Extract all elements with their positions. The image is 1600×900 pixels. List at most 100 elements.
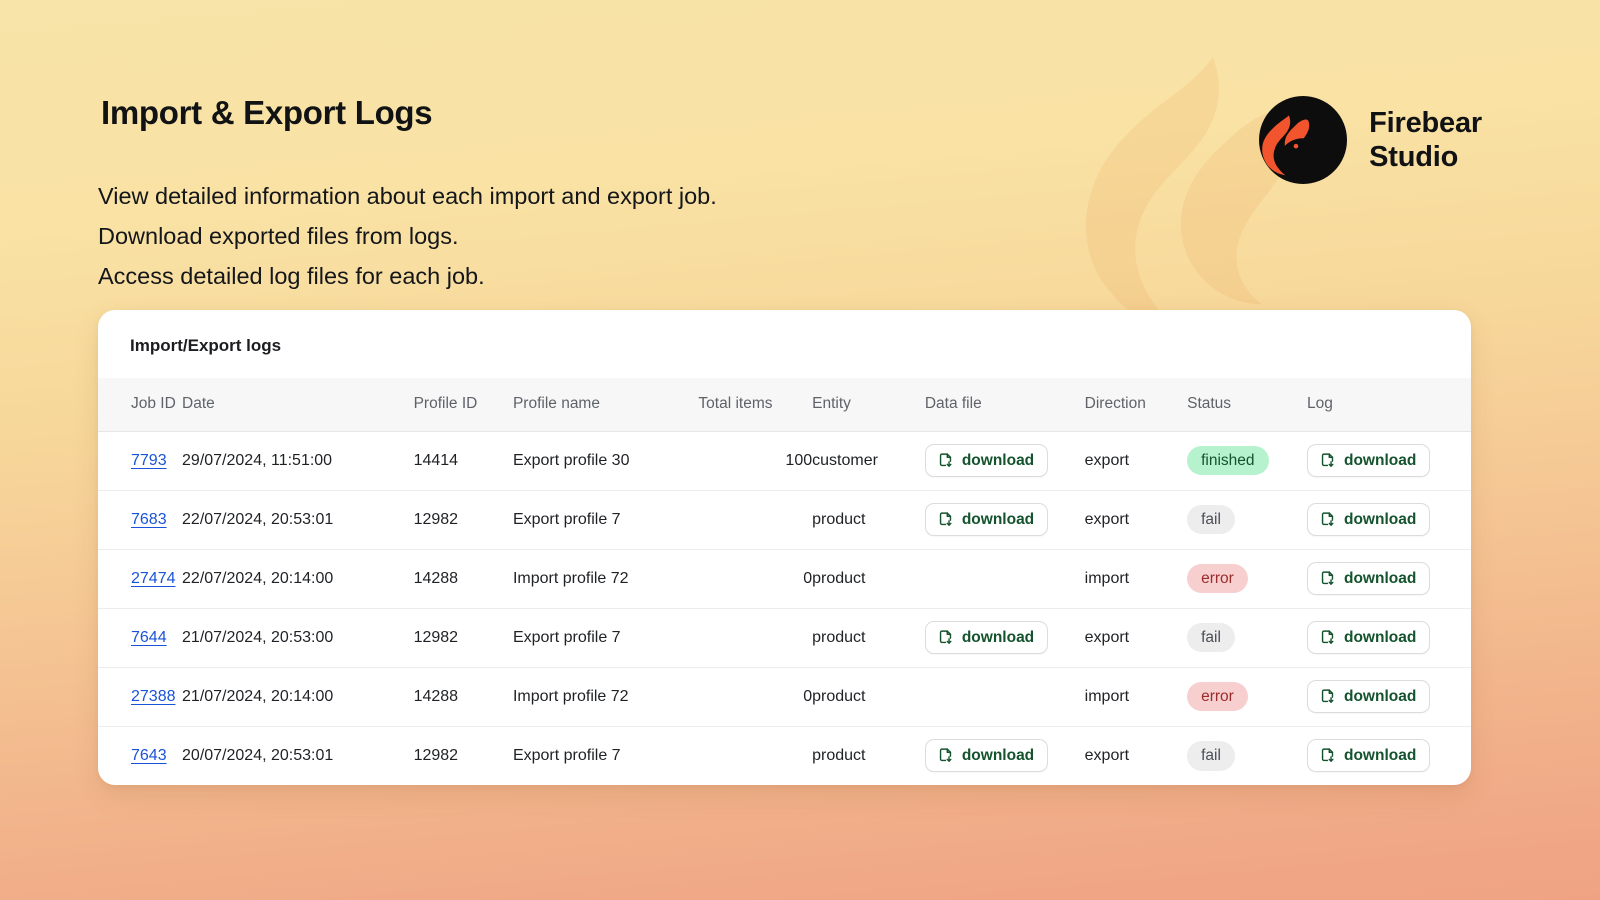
cell-profile-name: Export profile 7 bbox=[512, 607, 699, 667]
job-id-link[interactable]: 7683 bbox=[131, 511, 167, 528]
cell-entity: product bbox=[812, 725, 925, 785]
cell-date: 21/07/2024, 20:14:00 bbox=[182, 666, 414, 726]
log-download-button[interactable]: download bbox=[1306, 680, 1431, 713]
page-description: View detailed information about each imp… bbox=[98, 176, 717, 296]
cell-log: download bbox=[1306, 489, 1471, 549]
download-label: download bbox=[961, 628, 1035, 646]
cell-log: download bbox=[1306, 548, 1471, 608]
cell-total-items: 0 bbox=[698, 666, 813, 726]
column-header-data-file: Data file bbox=[924, 378, 1085, 431]
job-id-link[interactable]: 27388 bbox=[131, 688, 176, 705]
column-header-date: Date bbox=[182, 378, 414, 431]
cell-job-id: 7793 bbox=[98, 430, 183, 490]
cell-profile-name: Export profile 7 bbox=[512, 489, 699, 549]
file-download-icon bbox=[1321, 571, 1334, 585]
cell-date: 22/07/2024, 20:53:01 bbox=[182, 489, 414, 549]
brand-name-line-1: Firebear bbox=[1369, 107, 1482, 139]
logs-table-body: 7793 29/07/2024, 11:51:00 14414 Export prof… bbox=[98, 430, 1471, 785]
table-row: 7793 29/07/2024, 11:51:00 14414 Export prof… bbox=[98, 430, 1471, 490]
file-download-icon bbox=[1321, 689, 1334, 703]
cell-direction: import bbox=[1084, 666, 1188, 726]
status-badge: error bbox=[1187, 563, 1248, 594]
cell-data-file: download bbox=[924, 607, 1085, 667]
cell-direction: export bbox=[1084, 430, 1188, 490]
table-row: 7644 21/07/2024, 20:53:00 12982 Export prof… bbox=[98, 607, 1471, 667]
logs-card: Import/Export logs Job ID Date Profile I… bbox=[98, 310, 1471, 785]
status-badge: fail bbox=[1187, 740, 1235, 771]
column-header-total-items: Total items bbox=[698, 378, 813, 431]
description-line-1: View detailed information about each imp… bbox=[98, 183, 717, 209]
cell-entity: product bbox=[812, 548, 925, 608]
cell-status: finished bbox=[1187, 430, 1307, 490]
job-id-link[interactable]: 7643 bbox=[131, 747, 167, 764]
cell-profile-name: Import profile 72 bbox=[512, 666, 699, 726]
file-download-icon bbox=[1321, 453, 1334, 467]
data-file-download-button[interactable]: download bbox=[924, 444, 1049, 477]
cell-profile-id: 14288 bbox=[413, 548, 513, 608]
file-download-icon bbox=[1321, 748, 1334, 763]
cell-profile-id: 14288 bbox=[413, 666, 513, 726]
file-download-icon bbox=[1321, 512, 1334, 526]
cell-entity: product bbox=[812, 607, 925, 667]
cell-direction: export bbox=[1084, 725, 1188, 785]
cell-total-items bbox=[698, 725, 813, 785]
column-header-profile-name: Profile name bbox=[512, 378, 699, 431]
cell-job-id: 27474 bbox=[98, 548, 183, 608]
status-badge: error bbox=[1187, 681, 1248, 712]
status-badge: fail bbox=[1187, 504, 1235, 535]
download-label: download bbox=[961, 747, 1035, 764]
file-download-icon bbox=[939, 512, 952, 526]
download-label: download bbox=[1343, 569, 1417, 587]
log-download-button[interactable]: download bbox=[1306, 739, 1431, 773]
logs-table: Job ID Date Profile ID Profile name Tota… bbox=[98, 378, 1471, 785]
table-header-row: Job ID Date Profile ID Profile name Tota… bbox=[98, 378, 1471, 431]
cell-direction: export bbox=[1084, 489, 1188, 549]
cell-status: fail bbox=[1187, 725, 1307, 785]
cell-job-id: 7683 bbox=[98, 489, 183, 549]
cell-direction: export bbox=[1084, 607, 1188, 667]
download-label: download bbox=[1343, 747, 1417, 764]
cell-entity: product bbox=[812, 489, 925, 549]
cell-profile-id: 14414 bbox=[413, 430, 513, 490]
job-id-link[interactable]: 7793 bbox=[131, 452, 167, 469]
cell-log: download bbox=[1306, 430, 1471, 490]
page-root: Import & Export Logs View detailed infor… bbox=[0, 0, 1600, 900]
cell-status: error bbox=[1187, 666, 1307, 726]
job-id-link[interactable]: 27474 bbox=[131, 570, 176, 587]
table-row: 7683 22/07/2024, 20:53:01 12982 Export prof… bbox=[98, 489, 1471, 549]
job-id-link[interactable]: 7644 bbox=[131, 629, 167, 646]
logs-table-header: Job ID Date Profile ID Profile name Tota… bbox=[98, 378, 1471, 431]
description-line-2: Download exported files from logs. bbox=[98, 223, 459, 249]
download-label: download bbox=[1343, 628, 1417, 646]
column-header-job-id: Job ID bbox=[98, 378, 183, 431]
cell-total-items: 100 bbox=[698, 430, 813, 490]
log-download-button[interactable]: download bbox=[1306, 444, 1431, 477]
column-header-status: Status bbox=[1187, 378, 1307, 431]
cell-status: error bbox=[1187, 548, 1307, 608]
log-download-button[interactable]: download bbox=[1306, 503, 1431, 536]
cell-log: download bbox=[1306, 666, 1471, 726]
data-file-download-button[interactable]: download bbox=[924, 503, 1049, 536]
cell-data-file bbox=[924, 666, 1085, 726]
brand-name-line-2: Studio bbox=[1369, 141, 1459, 173]
description-line-3: Access detailed log files for each job. bbox=[98, 263, 485, 289]
data-file-download-button[interactable]: download bbox=[924, 621, 1049, 654]
table-row: 27474 22/07/2024, 20:14:00 14288 Import pro… bbox=[98, 548, 1471, 608]
cell-date: 22/07/2024, 20:14:00 bbox=[182, 548, 414, 608]
log-download-button[interactable]: download bbox=[1306, 621, 1431, 654]
download-label: download bbox=[1343, 451, 1417, 469]
download-label: download bbox=[1343, 510, 1417, 528]
cell-entity: customer bbox=[812, 430, 925, 490]
cell-date: 29/07/2024, 11:51:00 bbox=[182, 430, 414, 490]
cell-data-file: download bbox=[924, 725, 1085, 785]
download-label: download bbox=[961, 510, 1035, 528]
cell-total-items bbox=[698, 607, 813, 667]
data-file-download-button[interactable]: download bbox=[924, 739, 1049, 773]
log-download-button[interactable]: download bbox=[1306, 562, 1431, 595]
cell-status: fail bbox=[1187, 489, 1307, 549]
cell-profile-name: Import profile 72 bbox=[512, 548, 699, 608]
column-header-profile-id: Profile ID bbox=[413, 378, 513, 431]
cell-job-id: 27388 bbox=[98, 666, 183, 726]
cell-job-id: 7644 bbox=[98, 607, 183, 667]
column-header-entity: Entity bbox=[812, 378, 925, 431]
